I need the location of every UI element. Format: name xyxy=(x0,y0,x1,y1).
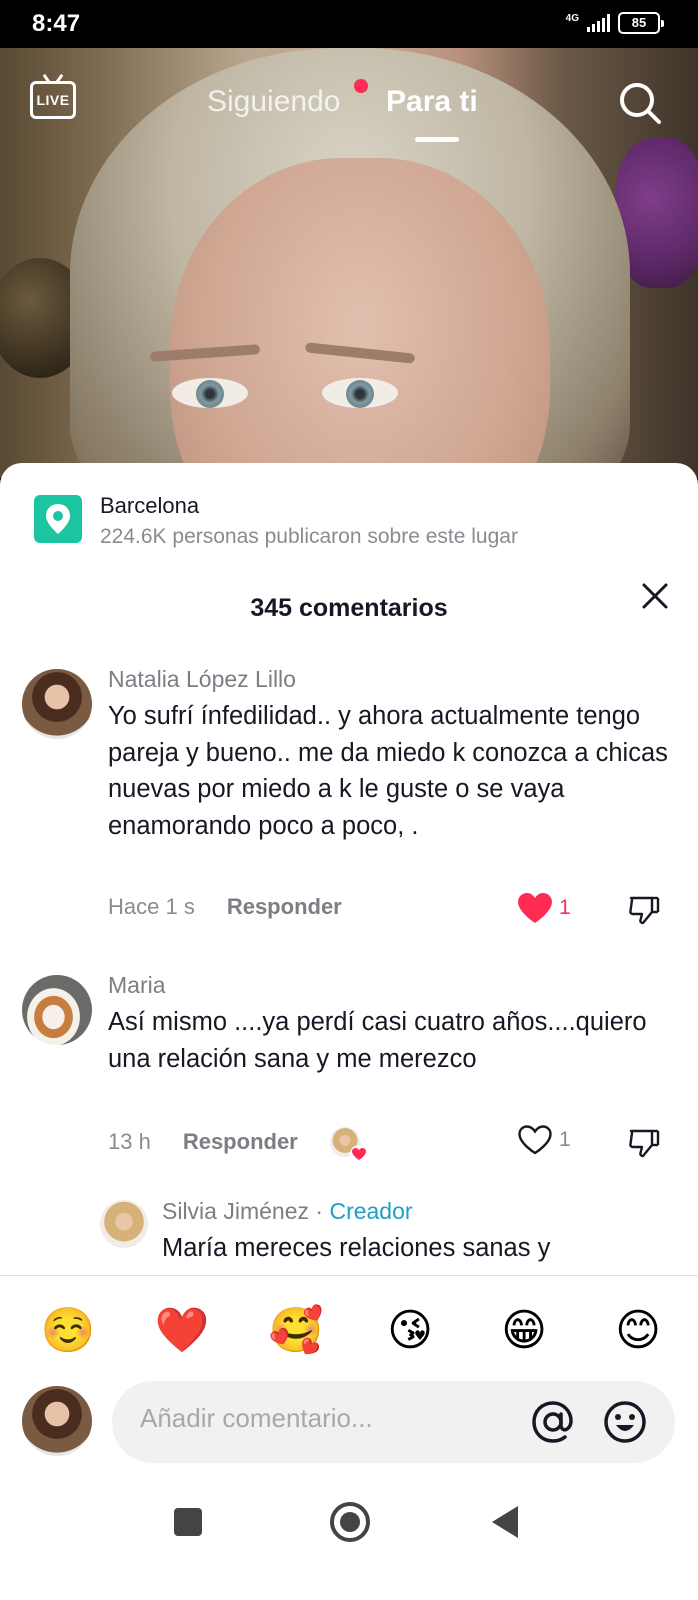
comments-count-title: 345 comentarios xyxy=(250,594,448,622)
reply-username: Silvia Jiménez xyxy=(162,1198,309,1224)
comment-input[interactable]: Añadir comentario... xyxy=(112,1381,675,1463)
my-avatar xyxy=(22,1386,92,1456)
dislike-icon[interactable] xyxy=(628,894,660,926)
avatar[interactable] xyxy=(100,1200,148,1248)
reply-button[interactable]: Responder xyxy=(227,894,342,920)
eye-left xyxy=(172,378,248,408)
location-subtitle: 224.6K personas publicaron sobre este lu… xyxy=(100,525,518,548)
emoji-hearts-face-icon[interactable]: 🥰 xyxy=(266,1301,326,1361)
emoji-heart-icon[interactable]: ❤️ xyxy=(152,1301,212,1361)
close-icon[interactable] xyxy=(640,581,670,611)
comment-meta: 13 h Responder xyxy=(108,1127,368,1163)
live-icon[interactable]: LIVE xyxy=(30,81,76,119)
avatar[interactable] xyxy=(22,669,92,739)
search-icon[interactable] xyxy=(618,81,662,125)
emoji-grin-icon[interactable]: 😁 xyxy=(494,1301,554,1361)
system-nav-bar xyxy=(0,1474,698,1600)
recents-icon[interactable] xyxy=(174,1508,202,1536)
home-icon[interactable] xyxy=(330,1502,370,1542)
comment-time: 13 h xyxy=(108,1129,151,1154)
dislike-icon[interactable] xyxy=(628,1127,660,1159)
avatar[interactable] xyxy=(22,975,92,1045)
comment-text: María mereces relaciones sanas y xyxy=(162,1234,551,1262)
comment-meta: Hace 1 s Responder xyxy=(108,894,342,920)
username-separator: · xyxy=(309,1198,330,1224)
comment-input-placeholder: Añadir comentario... xyxy=(140,1403,373,1433)
emoji-picker-icon[interactable] xyxy=(602,1399,648,1445)
status-bar: 8:47 4G 85 xyxy=(0,0,698,48)
person-face xyxy=(170,158,550,478)
reply-button[interactable]: Responder xyxy=(183,1129,298,1155)
emoji-kiss-icon[interactable]: 😘 xyxy=(380,1301,440,1361)
comment-time: Hace 1 s xyxy=(108,894,195,919)
location-link[interactable]: Barcelona 224.6K personas publicaron sob… xyxy=(34,493,674,555)
emoji-smile-icon[interactable]: 😊 xyxy=(608,1301,668,1361)
back-icon[interactable] xyxy=(492,1506,518,1538)
tab-following[interactable]: Siguiendo xyxy=(207,85,340,119)
location-pin-icon xyxy=(34,495,82,543)
reply-item: Silvia Jiménez · Creador María mereces r… xyxy=(100,1198,680,1278)
creator-liked-badge xyxy=(329,1127,368,1163)
comment-username[interactable]: Natalia López Lillo xyxy=(108,666,296,693)
quick-emoji-bar: ☺️ ❤️ 🥰 😘 😁 😊 xyxy=(38,1301,668,1361)
like-button[interactable]: 1 xyxy=(517,892,571,924)
eye-right xyxy=(322,378,398,408)
heart-filled-icon xyxy=(518,893,552,923)
tab-for-you[interactable]: Para ti xyxy=(386,85,478,119)
comment-username[interactable]: Silvia Jiménez · Creador xyxy=(162,1198,413,1225)
location-name: Barcelona xyxy=(100,493,200,518)
comment-item: Natalia López Lillo Yo sufrí ínfedilidad… xyxy=(22,666,682,936)
heart-outline-icon xyxy=(518,1125,552,1155)
creator-tag: Creador xyxy=(329,1198,413,1224)
like-count: 1 xyxy=(559,1128,571,1151)
status-icons: 4G 85 xyxy=(565,12,664,34)
comment-text: Yo sufrí ínfedilidad.. y ahora actualmen… xyxy=(108,702,668,840)
notification-dot xyxy=(354,79,368,93)
active-tab-indicator xyxy=(415,137,459,142)
top-nav: LIVE Siguiendo Para ti xyxy=(0,75,698,145)
like-button[interactable]: 1 xyxy=(517,1124,571,1156)
emoji-smiling-icon[interactable]: ☺️ xyxy=(38,1301,98,1361)
network-label: 4G xyxy=(565,13,579,24)
status-time: 8:47 xyxy=(32,10,81,37)
heart-badge-icon xyxy=(349,1145,368,1163)
like-count: 1 xyxy=(559,896,571,919)
comment-text: Así mismo ....ya perdí casi cuatro años.… xyxy=(108,1008,647,1073)
battery-icon: 85 xyxy=(618,12,664,34)
comments-sheet: Barcelona 224.6K personas publicaron sob… xyxy=(0,463,698,1600)
mention-icon[interactable] xyxy=(530,1399,576,1445)
comment-username[interactable]: Maria xyxy=(108,972,166,999)
comment-item: Maria Así mismo ....ya perdí casi cuatro… xyxy=(22,972,682,1172)
signal-icon xyxy=(587,14,610,32)
